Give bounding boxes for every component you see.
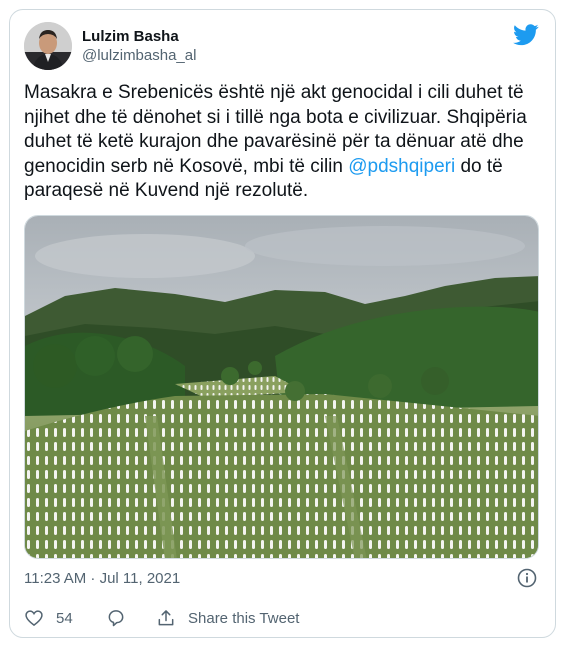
info-icon[interactable] <box>517 568 537 588</box>
tweet-timestamp[interactable]: 11:23 AM · Jul 11, 2021 <box>24 569 180 589</box>
heart-icon <box>25 610 43 627</box>
like-button[interactable]: 54 <box>24 607 73 629</box>
author-handle[interactable]: @lulzimbasha_al <box>82 46 196 66</box>
share-label: Share this Tweet <box>188 609 300 627</box>
mention-link[interactable]: @pdshqiperi <box>348 156 455 177</box>
share-button[interactable]: Share this Tweet <box>156 607 299 629</box>
tweet-card: Lulzim Basha @lulzimbasha_al Masakra e S… <box>9 9 556 638</box>
author-names: Lulzim Basha @lulzimbasha_al <box>82 27 196 66</box>
avatar[interactable] <box>24 22 72 70</box>
tweet-photo[interactable] <box>24 215 539 559</box>
display-name[interactable]: Lulzim Basha <box>82 27 196 46</box>
reply-icon <box>108 610 124 627</box>
tweet-header: Lulzim Basha @lulzimbasha_al <box>24 22 541 72</box>
tweet-actions: 54 Share this Tweet <box>24 607 524 629</box>
reply-button[interactable] <box>106 607 126 629</box>
twitter-bird-icon[interactable] <box>513 24 539 46</box>
memorial-cemetery-photo <box>25 216 538 558</box>
like-count: 54 <box>56 609 73 627</box>
share-icon <box>158 610 174 626</box>
tweet-text: Masakra e Srebenicës është një akt genoc… <box>24 81 544 204</box>
